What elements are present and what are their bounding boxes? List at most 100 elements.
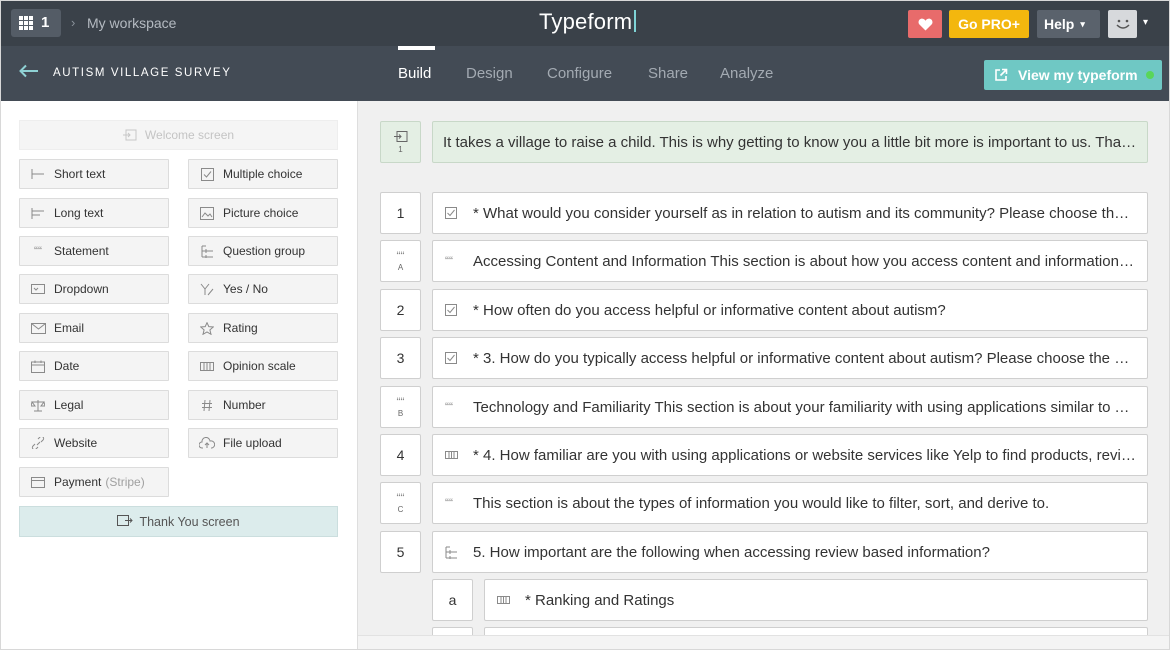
question-number: 3 — [396, 350, 405, 366]
quote-icon: ““ — [396, 491, 405, 505]
help-button[interactable]: Help ▾ — [1037, 10, 1100, 38]
qtype-label: Rating — [223, 321, 258, 335]
checkbox-icon — [199, 167, 215, 181]
workspaces-button[interactable]: 1 — [11, 9, 61, 37]
question-types-panel: Welcome screen Short text Long text ““ S… — [1, 101, 358, 649]
question-card[interactable]: ““ Accessing Content and Information Thi… — [432, 240, 1148, 282]
qtype-rating[interactable]: Rating — [188, 313, 338, 343]
qtype-website[interactable]: Website — [19, 428, 169, 458]
welcome-screen-label: Welcome screen — [144, 128, 235, 142]
qtype-number[interactable]: Number — [188, 390, 338, 420]
tab-configure[interactable]: Configure — [547, 65, 612, 82]
statement-badge[interactable]: ““ B — [380, 386, 421, 428]
avatar[interactable] — [1108, 10, 1137, 38]
qtype-statement[interactable]: ““ Statement — [19, 236, 169, 266]
account-caret-icon[interactable]: ▾ — [1143, 17, 1148, 28]
quote-icon: ““ — [396, 249, 405, 263]
question-card[interactable]: * How often do you access helpful or inf… — [432, 289, 1148, 331]
thank-you-screen-label: Thank You screen — [139, 514, 240, 529]
star-icon — [199, 321, 215, 335]
go-pro-button[interactable]: Go PRO+ — [949, 10, 1029, 38]
question-card[interactable]: ““ This section is about the types of in… — [432, 482, 1148, 524]
back-arrow-icon[interactable] — [19, 64, 39, 83]
question-text: Technology and Familiarity This section … — [473, 398, 1144, 416]
sub-question-badge[interactable]: a — [432, 579, 473, 621]
tab-design[interactable]: Design — [466, 65, 513, 82]
question-card[interactable]: ““ Technology and Familiarity This secti… — [432, 386, 1148, 428]
legal-icon — [30, 398, 46, 412]
cursor-mark — [634, 10, 637, 32]
question-text: This section is about the types of infor… — [473, 494, 1050, 512]
qtype-email[interactable]: Email — [19, 313, 169, 343]
breadcrumb-workspace[interactable]: My workspace — [87, 15, 176, 31]
statement-badge[interactable]: ““ A — [380, 240, 421, 282]
thank-you-screen-icon — [117, 515, 134, 526]
app-window: 1 › My workspace Typeform Go PRO+ Help ▾ … — [0, 0, 1170, 650]
question-card[interactable]: * What would you consider yourself as in… — [432, 192, 1148, 234]
heart-button[interactable] — [908, 10, 942, 38]
qtype-multiple-choice[interactable]: Multiple choice — [188, 159, 338, 189]
yes-no-icon — [199, 282, 215, 296]
question-number: 2 — [396, 302, 405, 318]
quote-icon: ““ — [445, 254, 453, 268]
badge-sub: C — [397, 505, 404, 514]
qtype-label: Date — [54, 359, 80, 373]
question-number-badge[interactable]: 5 — [380, 531, 421, 573]
tab-analyze[interactable]: Analyze — [720, 65, 773, 82]
question-card[interactable]: * 3. How do you typically access helpful… — [432, 337, 1148, 379]
qtype-opinion-scale[interactable]: Opinion scale — [188, 351, 338, 381]
qtype-label: Dropdown — [54, 282, 109, 296]
thank-you-screen-button[interactable]: Thank You screen — [19, 506, 338, 537]
qtype-label: Statement — [54, 244, 109, 258]
qtype-legal[interactable]: Legal — [19, 390, 169, 420]
workspace-count: 1 — [41, 14, 50, 31]
qtype-question-group[interactable]: Question group — [188, 236, 338, 266]
scale-icon — [445, 451, 459, 459]
qtype-label: Multiple choice — [223, 167, 303, 181]
qtype-file-upload[interactable]: File upload — [188, 428, 338, 458]
view-typeform-label: View my typeform — [1018, 67, 1138, 83]
question-number-badge[interactable]: 3 — [380, 337, 421, 379]
tab-share[interactable]: Share — [648, 65, 688, 82]
qtype-long-text[interactable]: Long text — [19, 198, 169, 228]
qtype-label: Number — [223, 398, 266, 412]
top-bar: 1 › My workspace Typeform Go PRO+ Help ▾ … — [1, 1, 1169, 46]
qtype-label: Payment — [54, 475, 102, 489]
question-number-badge[interactable]: 2 — [380, 289, 421, 331]
badge-sub: 1 — [398, 144, 403, 154]
chevron-right-icon: › — [71, 15, 76, 30]
question-group-card[interactable]: 5. How important are the following when … — [432, 531, 1148, 573]
question-number-badge[interactable]: 4 — [380, 434, 421, 476]
short-text-icon — [30, 167, 46, 181]
question-card[interactable]: * 4. How familiar are you with using app… — [432, 434, 1148, 476]
form-nav: AUTISM VILLAGE SURVEY Build Design Confi… — [1, 46, 1169, 101]
qtype-label: Short text — [54, 167, 106, 181]
question-text: * 3. How do you typically access helpful… — [473, 349, 1147, 367]
welcome-screen-button[interactable]: Welcome screen — [19, 120, 338, 150]
question-text: * 4. How familiar are you with using app… — [473, 446, 1147, 464]
welcome-screen-card[interactable]: It takes a village to raise a child. Thi… — [432, 121, 1148, 163]
help-label: Help — [1044, 16, 1075, 32]
qtype-short-text[interactable]: Short text — [19, 159, 169, 189]
caret-down-icon: ▾ — [1080, 18, 1085, 29]
qtype-yes-no[interactable]: Yes / No — [188, 274, 338, 304]
qtype-label: Picture choice — [223, 206, 299, 220]
sub-question-card[interactable]: * Ranking and Ratings — [484, 579, 1148, 621]
dropdown-icon — [30, 282, 46, 296]
view-typeform-button[interactable]: View my typeform — [984, 60, 1162, 90]
question-number-badge[interactable]: 1 — [380, 192, 421, 234]
qtype-payment[interactable]: Payment (Stripe) — [19, 467, 169, 497]
qtype-dropdown[interactable]: Dropdown — [19, 274, 169, 304]
cloud-upload-icon — [199, 436, 215, 450]
qtype-date[interactable]: Date — [19, 351, 169, 381]
heart-icon — [918, 18, 932, 31]
picture-choice-icon — [199, 206, 215, 220]
welcome-screen-badge[interactable]: 1 — [380, 121, 421, 163]
question-text: It takes a village to raise a child. Thi… — [443, 133, 1147, 151]
qtype-label: Legal — [54, 398, 84, 412]
qtype-label: Question group — [223, 244, 306, 258]
statement-badge[interactable]: ““ C — [380, 482, 421, 524]
qtype-picture-choice[interactable]: Picture choice — [188, 198, 338, 228]
tab-build[interactable]: Build — [398, 65, 431, 82]
question-number: 4 — [396, 447, 405, 463]
